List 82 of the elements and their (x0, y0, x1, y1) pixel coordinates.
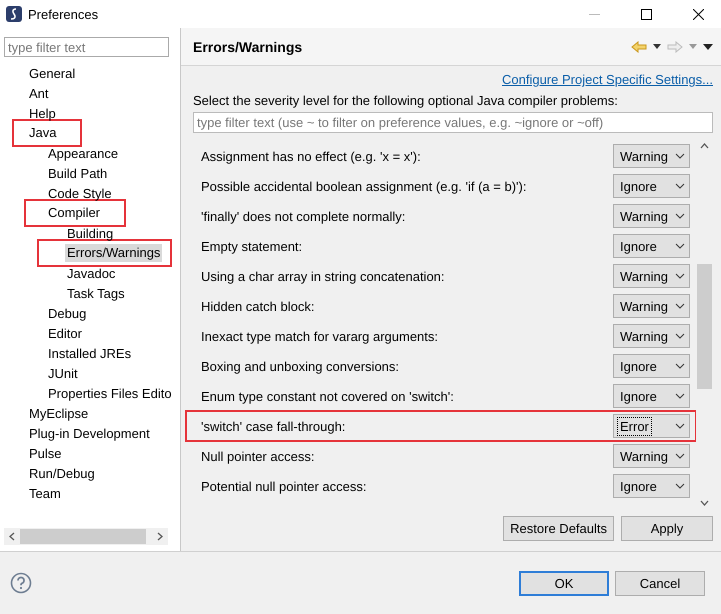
problem-label: 'finally' does not complete normally: (201, 208, 406, 224)
tree-item[interactable]: Javadoc (65, 265, 118, 283)
problem-label: Possible accidental boolean assignment (e.g. 'if (a = b)'): (201, 178, 528, 194)
tree-item[interactable]: JUnit (46, 365, 80, 383)
severity-dropdown[interactable]: Warning (613, 204, 690, 228)
filter-field[interactable]: type filter text (4, 37, 169, 57)
chevron-down-icon (675, 363, 685, 369)
severity-dropdown[interactable]: Warning (613, 264, 690, 288)
caret-icon[interactable] (653, 44, 661, 49)
window-title: Preferences (28, 6, 100, 22)
problem-label: Null pointer access: (201, 448, 316, 464)
scrollbar-thumb[interactable] (697, 264, 712, 389)
page-title: Errors/Warnings (193, 38, 304, 54)
caret-icon (689, 44, 697, 49)
close-icon[interactable] (692, 8, 704, 20)
cancel-button[interactable]: Cancel (615, 570, 705, 596)
chevron-down-icon (675, 333, 685, 339)
chevron-down-icon[interactable] (700, 500, 709, 506)
problem-label: 'switch' case fall-through: (201, 418, 346, 434)
problem-label: Empty statement: (201, 238, 304, 254)
problem-label: Using a char array in string concatenation: (201, 268, 446, 284)
tree-item[interactable]: Task Tags (65, 285, 127, 303)
chevron-down-icon (675, 243, 685, 249)
maximize-icon[interactable] (640, 8, 652, 20)
tree-item[interactable]: Compiler (46, 204, 102, 222)
problem-label: Boxing and unboxing conversions: (201, 358, 400, 374)
problem-label: Inexact type match for vararg arguments: (201, 328, 439, 344)
tree-item[interactable]: General (27, 65, 78, 83)
severity-dropdown[interactable]: Warning (613, 144, 690, 168)
tree-item[interactable]: Run/Debug (27, 465, 97, 483)
problem-label: Potential null pointer access: (201, 478, 368, 494)
chevron-right-icon[interactable] (157, 532, 163, 541)
chevron-left-icon[interactable] (9, 532, 15, 541)
tree-item[interactable]: Debug (46, 305, 88, 323)
restore-defaults-button[interactable]: Restore Defaults (503, 516, 614, 541)
tree-item[interactable]: Appearance (46, 145, 120, 163)
chevron-down-icon (675, 483, 685, 489)
ok-button[interactable]: OK (519, 570, 609, 596)
tree-item[interactable]: Building (65, 225, 116, 243)
scrollbar-thumb[interactable] (20, 529, 146, 544)
severity-dropdown[interactable]: Ignore (613, 174, 690, 198)
severity-dropdown[interactable]: Ignore (613, 474, 690, 498)
tree-item[interactable]: Help (27, 105, 58, 123)
tree-item[interactable]: Java (27, 124, 58, 142)
chevron-down-icon (675, 393, 685, 399)
tree-item[interactable]: Installed JREs (46, 345, 134, 363)
chevron-down-icon (675, 153, 685, 159)
severity-dropdown[interactable]: Error (613, 414, 690, 438)
problem-label: Enum type constant not covered on 'switch': (201, 388, 455, 404)
severity-dropdown[interactable]: Ignore (613, 384, 690, 408)
severity-dropdown[interactable]: Ignore (613, 354, 690, 378)
chevron-down-icon (675, 453, 685, 459)
severity-dropdown[interactable]: Warning (613, 444, 690, 468)
tree-item[interactable]: Code Style (46, 185, 114, 203)
tree-item[interactable]: Plug-in Development (27, 425, 152, 443)
problem-label: Assignment has no effect (e.g. 'x = x'): (201, 148, 422, 164)
chevron-down-icon (675, 183, 685, 189)
menu-caret-icon[interactable] (703, 44, 713, 50)
description-text: Select the severity level for the following optional Java compiler problems: (193, 93, 619, 108)
problem-label: Hidden catch block: (201, 298, 316, 314)
chevron-down-icon (675, 273, 685, 279)
tree-item[interactable]: Properties Files Edito (46, 385, 174, 403)
chevron-down-icon (675, 423, 685, 429)
app-icon (6, 6, 22, 22)
chevron-down-icon (675, 303, 685, 309)
tree-item[interactable]: MyEclipse (27, 405, 90, 423)
help-icon[interactable] (10, 572, 32, 594)
tree-item[interactable]: Team (27, 485, 63, 503)
apply-button[interactable]: Apply (621, 516, 713, 541)
settings-link[interactable]: Configure Project Specific Settings... (502, 72, 713, 87)
tree-item[interactable]: Editor (46, 325, 84, 343)
tree-item[interactable]: Ant (27, 85, 51, 103)
filter-field[interactable]: type filter text (use ~ to filter on preference values, e.g. ~ignore or ~off) (193, 112, 713, 133)
tree-item[interactable]: Pulse (27, 445, 64, 463)
severity-dropdown[interactable]: Warning (613, 324, 690, 348)
chevron-up-icon[interactable] (700, 143, 709, 149)
tree-item[interactable]: Build Path (46, 165, 110, 183)
forward-arrow-icon (667, 40, 683, 52)
severity-dropdown[interactable]: Ignore (613, 234, 690, 258)
tree-item[interactable]: Errors/Warnings (65, 244, 162, 262)
severity-dropdown[interactable]: Warning (613, 294, 690, 318)
chevron-down-icon (675, 213, 685, 219)
